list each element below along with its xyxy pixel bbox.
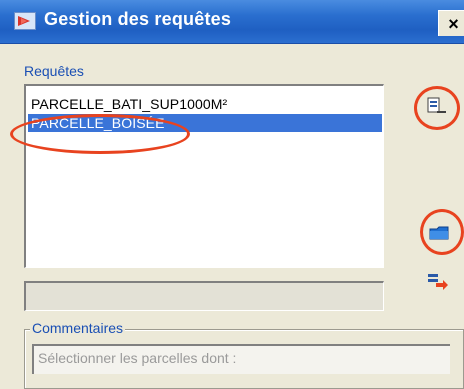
export-request-button[interactable] — [425, 270, 449, 292]
new-request-button[interactable] — [425, 96, 449, 118]
list-item-selected[interactable]: PARCELLE_BOISÉE — [28, 114, 382, 132]
requests-list[interactable]: PARCELLE_BATI_SUP1000M² PARCELLE_BOISÉE — [24, 84, 384, 268]
app-icon — [14, 12, 36, 30]
status-field — [24, 281, 384, 311]
export-arrow-icon — [425, 270, 449, 292]
open-request-button[interactable] — [428, 221, 452, 243]
comments-field[interactable]: Sélectionner les parcelles dont : — [32, 344, 450, 374]
window-title: Gestion des requêtes — [44, 9, 232, 29]
new-request-icon — [425, 96, 449, 118]
list-item[interactable]: PARCELLE_BATI_SUP1000M² — [28, 95, 382, 113]
open-folder-icon — [428, 221, 452, 243]
comments-label: Commentaires — [30, 320, 126, 336]
close-button[interactable]: × — [438, 10, 464, 36]
requests-label: Requêtes — [24, 63, 84, 79]
title-bar[interactable]: Gestion des requêtes × — [0, 0, 464, 44]
